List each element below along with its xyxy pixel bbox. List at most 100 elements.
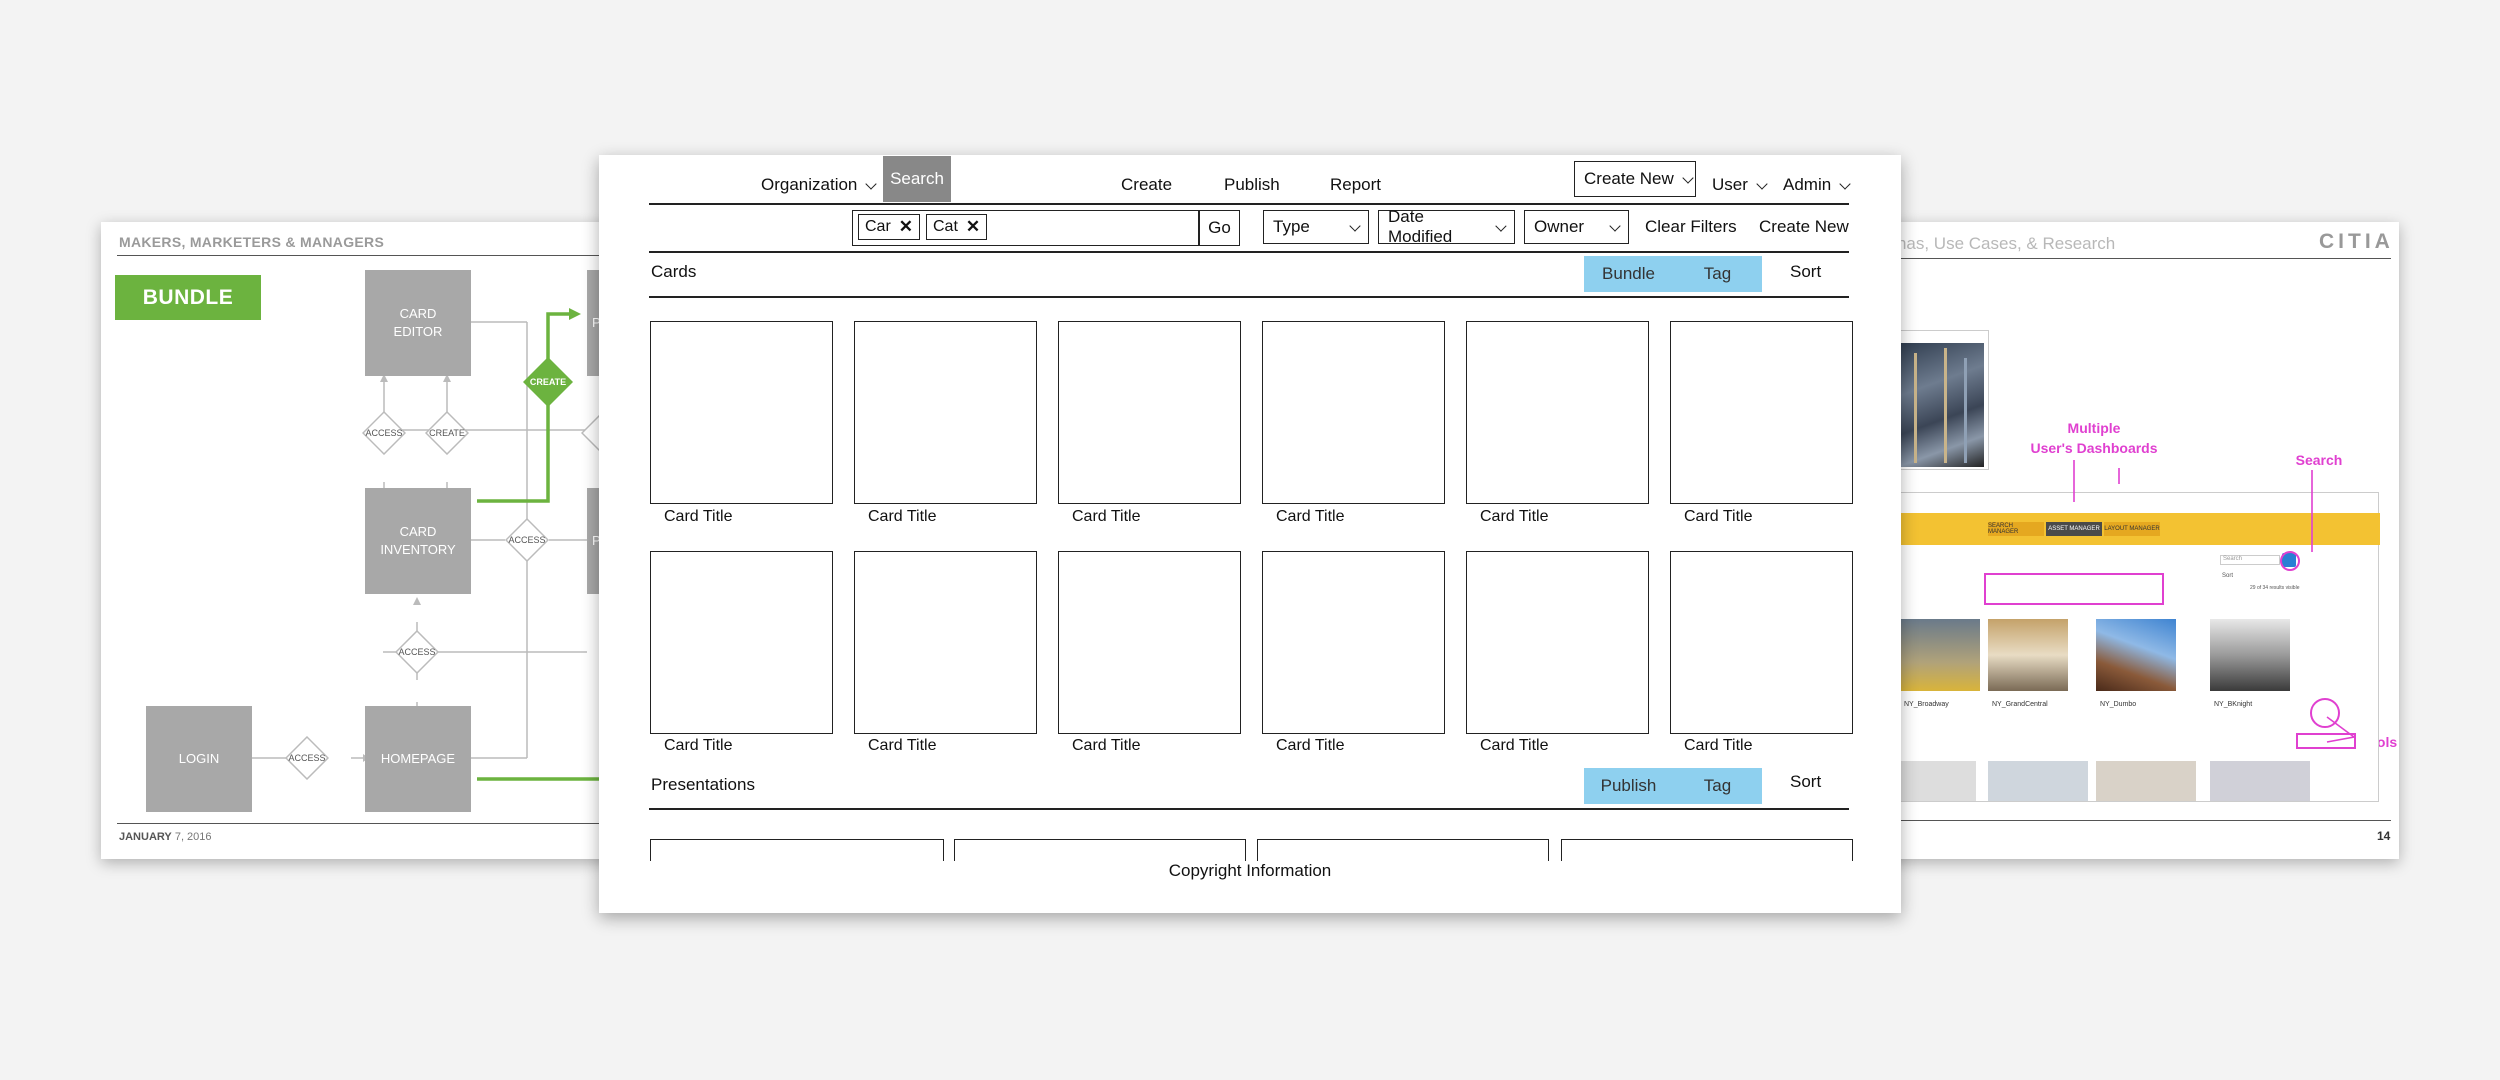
card-title[interactable]: Card Title: [1072, 737, 1140, 755]
tag-button[interactable]: Tag: [1673, 768, 1762, 804]
chevron-down-icon: [1349, 219, 1361, 232]
admin-menu[interactable]: Admin: [1783, 165, 1851, 205]
filter-chip-car[interactable]: Car ✕: [858, 214, 921, 240]
chevron-down-icon: [1495, 219, 1507, 232]
card-placeholder[interactable]: [1262, 551, 1445, 734]
card-inventory-box: CARD INVENTORY: [365, 488, 471, 594]
chevron-down-icon: [1756, 177, 1768, 190]
card-placeholder[interactable]: [1058, 321, 1241, 504]
divider: [649, 203, 1849, 205]
admin-menu-label: Admin: [1783, 175, 1832, 194]
presentation-placeholder[interactable]: [1257, 839, 1549, 861]
create-diamond: CREATE: [425, 411, 469, 455]
card-title[interactable]: Card Title: [868, 508, 936, 526]
card-title[interactable]: Card Title: [664, 737, 732, 755]
owner-label: Owner: [1534, 217, 1585, 236]
owner-select[interactable]: Owner: [1524, 210, 1629, 244]
date-modified-label: Date Modified: [1388, 207, 1453, 246]
card-placeholder[interactable]: [1466, 551, 1649, 734]
filter-chip-cat[interactable]: Cat ✕: [926, 214, 988, 240]
divider: [649, 251, 1849, 253]
presentation-placeholder[interactable]: [1561, 839, 1853, 861]
card-placeholder[interactable]: [854, 321, 1037, 504]
card-placeholder[interactable]: [1466, 321, 1649, 504]
card-placeholder[interactable]: [854, 551, 1037, 734]
card-editor-box: CARD EDITOR: [365, 270, 471, 376]
nav-create-link[interactable]: Create: [1121, 165, 1172, 205]
diamond-label: CREATE: [529, 377, 567, 387]
nav-report-link[interactable]: Report: [1330, 165, 1381, 205]
card-placeholder[interactable]: [1058, 551, 1241, 734]
sort-button[interactable]: Sort: [1790, 772, 1821, 792]
chevron-down-icon: [1682, 171, 1694, 184]
nav-organization-dropdown[interactable]: Organization: [761, 165, 878, 205]
card-placeholder[interactable]: [1262, 321, 1445, 504]
tag-button[interactable]: Tag: [1673, 256, 1762, 292]
type-select[interactable]: Type: [1263, 210, 1369, 244]
nav-organization-label: Organization: [761, 175, 858, 194]
divider: [1879, 820, 2391, 821]
create-new-label: Create New: [1584, 169, 1674, 188]
card-title[interactable]: Card Title: [1276, 508, 1344, 526]
login-label: LOGIN: [178, 751, 220, 767]
login-box: LOGIN: [146, 706, 252, 812]
cards-section-title: Cards: [651, 262, 697, 281]
homepage-box: HOMEPAGE: [365, 706, 471, 812]
copyright-footer: Copyright Information: [1168, 861, 1332, 880]
nav-publish-link[interactable]: Publish: [1224, 165, 1280, 205]
access-diamond: ACCESS: [505, 518, 549, 562]
wireframe-window: Organization Search Create Publish Repor…: [599, 155, 1901, 913]
page-number: 14: [2377, 829, 2391, 843]
go-button[interactable]: Go: [1199, 210, 1240, 246]
card-title[interactable]: Card Title: [1684, 737, 1752, 755]
homepage-label: HOMEPAGE: [380, 751, 456, 767]
card-editor-label: CARD EDITOR: [393, 306, 443, 339]
sort-button[interactable]: Sort: [1790, 262, 1821, 282]
presentation-placeholder[interactable]: [954, 839, 1246, 861]
type-label: Type: [1273, 217, 1310, 236]
user-menu[interactable]: User: [1712, 165, 1768, 205]
card-title[interactable]: Card Title: [1072, 508, 1140, 526]
card-placeholder[interactable]: [650, 551, 833, 734]
presentations-section-title: Presentations: [651, 775, 755, 794]
search-input[interactable]: Car ✕ Cat ✕: [852, 210, 1199, 246]
card-placeholder[interactable]: [1670, 321, 1853, 504]
chip-label: Car: [865, 218, 891, 235]
card-inventory-label: CARD INVENTORY: [380, 524, 456, 557]
card-placeholder[interactable]: [1670, 551, 1853, 734]
card-title[interactable]: Card Title: [664, 508, 732, 526]
chevron-down-icon: [865, 177, 878, 190]
diamond-label: CREATE: [429, 428, 465, 438]
close-icon[interactable]: ✕: [899, 217, 913, 237]
chevron-down-icon: [1839, 177, 1851, 190]
diamond-label: ACCESS: [508, 535, 546, 545]
diamond-label: ACCESS: [365, 428, 403, 438]
create-new-button[interactable]: Create New: [1759, 217, 1849, 237]
nav-search-tab[interactable]: Search: [883, 156, 951, 202]
create-green-diamond: CREATE: [522, 356, 574, 408]
access-diamond: ACCESS: [285, 736, 329, 780]
access-diamond: ACCESS: [362, 411, 406, 455]
access-diamond: ACCESS: [395, 630, 439, 674]
card-title[interactable]: Card Title: [1276, 737, 1344, 755]
presentation-placeholder[interactable]: [650, 839, 944, 861]
card-title[interactable]: Card Title: [1684, 508, 1752, 526]
footer-day: 7, 2016: [174, 831, 212, 843]
card-title[interactable]: Card Title: [1480, 737, 1548, 755]
user-menu-label: User: [1712, 175, 1748, 194]
create-new-dropdown[interactable]: Create New: [1574, 161, 1696, 197]
divider: [649, 808, 1849, 810]
divider: [649, 296, 1849, 298]
date-modified-select[interactable]: Date Modified: [1378, 207, 1515, 246]
diamond-label: ACCESS: [288, 753, 326, 763]
diamond-label: ACCESS: [398, 647, 436, 657]
card-title[interactable]: Card Title: [1480, 508, 1548, 526]
publish-button[interactable]: Publish: [1584, 768, 1673, 804]
card-title[interactable]: Card Title: [868, 737, 936, 755]
chevron-down-icon: [1609, 219, 1621, 232]
slide-footer-date: JANUARY 7, 2016: [119, 831, 212, 843]
close-icon[interactable]: ✕: [966, 217, 980, 237]
card-placeholder[interactable]: [650, 321, 833, 504]
clear-filters-button[interactable]: Clear Filters: [1645, 217, 1737, 237]
bundle-button[interactable]: Bundle: [1584, 256, 1673, 292]
